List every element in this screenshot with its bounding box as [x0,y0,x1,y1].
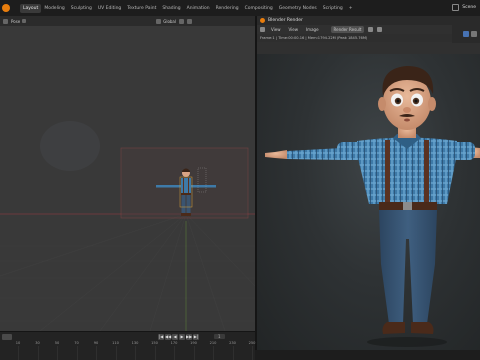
timeline-tick-line [76,346,78,360]
tab-rendering[interactable]: Rendering [213,4,242,13]
timeline-tick-label: 150 [151,341,158,345]
timeline-menu-icon[interactable] [2,333,12,340]
render-window[interactable]: Blender Render View View Image Render Re… [255,16,480,350]
tab-sculpting[interactable]: Sculpting [68,4,95,13]
menu-view[interactable]: View [269,26,283,33]
tab-compositing[interactable]: Compositing [242,4,276,13]
timeline-tick-label: 110 [112,341,119,345]
axes-icon [156,18,162,24]
timeline-tick-label: 10 [15,341,21,345]
timeline-tick-label: 70 [74,341,79,345]
timeline-tick-label: 230 [229,341,236,345]
tab-uv-editing[interactable]: UV Editing [95,4,124,13]
timeline-tick-line [18,346,19,360]
transform-orientation-dropdown[interactable]: Global [156,18,176,24]
timeline[interactable]: |◀ ◀◀ ◀ ▶ ▶▶ ▶| 1 10 30 50 70 90 110 130 150 170… [0,331,255,360]
playback-controls: |◀ ◀◀ ◀ ▶ ▶▶ ▶| [158,333,199,340]
tab-texture-paint[interactable]: Texture Paint [124,4,159,13]
timeline-tick-label: 50 [54,341,60,345]
timeline-tick-line [96,346,97,360]
timeline-ruler[interactable]: 10 30 50 70 90 110 130 150 170 190 210 230 250 [0,341,255,360]
blender-logo-icon [260,18,265,23]
render-menu-bar: View View Image Render Result [257,25,480,34]
timeline-tick-label: 210 [209,341,217,345]
display-channels-icon[interactable] [463,31,469,37]
timeline-tick-line [135,346,136,360]
tab-file[interactable] [12,6,20,10]
timeline-tick-line [193,346,195,360]
workspace-bar: Layout Modeling Sculpting UV Editing Tex… [0,0,480,16]
tab-layout[interactable]: Layout [20,3,42,13]
render-stats: Frame:1 | Time:00:00.16 | Mem:1794.22M (… [257,34,480,42]
render-window-title: Blender Render [268,18,303,23]
timeline-tick-label: 170 [170,341,178,345]
timeline-tick-line [115,346,117,360]
scene-name[interactable]: Scene [462,5,476,10]
mode-dropdown[interactable]: Pose [11,19,27,24]
3d-viewport[interactable]: Pose Global [0,16,255,331]
blender-logo-icon[interactable] [2,4,10,12]
viewport-header: Pose Global [0,16,255,26]
render-result-image [257,54,480,350]
timeline-tick-line [232,346,234,360]
jump-keyframe-back-button[interactable]: ◀◀ [165,333,171,340]
chevron-down-icon [22,19,27,23]
rendered-character [265,66,480,347]
current-frame-field[interactable]: 1 [214,334,225,339]
editor-type-icon[interactable] [3,18,8,24]
timeline-tick-line [57,346,58,360]
tab-modeling[interactable]: Modeling [41,4,67,13]
menu-view-2[interactable]: View [287,26,301,33]
jump-start-button[interactable]: |◀ [158,333,164,340]
play-reverse-button[interactable]: ◀ [172,333,178,340]
tab-geometry-nodes[interactable]: Geometry Nodes [276,4,320,13]
snap-icon[interactable] [179,18,184,24]
add-workspace-button[interactable]: + [346,4,356,13]
timeline-tick-line [174,346,175,360]
render-slot-dropdown[interactable]: Render Result [330,26,365,33]
timeline-tick-line [37,346,39,360]
editor-type-icon[interactable] [260,27,265,32]
scene-icon[interactable] [452,4,460,11]
timeline-tick-label: 130 [131,341,139,345]
viewport-scene [0,121,255,331]
menu-image[interactable]: Image [304,26,321,33]
render-window-titlebar: Blender Render [257,16,480,25]
timeline-tick-line [213,346,214,360]
timeline-tick-label: 30 [35,341,40,345]
tab-shading[interactable]: Shading [159,4,183,13]
tab-animation[interactable]: Animation [184,4,213,13]
view-options-icon[interactable] [471,31,477,37]
jump-keyframe-forward-button[interactable]: ▶▶ [186,333,192,340]
timeline-controls: |◀ ◀◀ ◀ ▶ ▶▶ ▶| 1 [0,332,255,341]
render-display-controls [452,25,480,43]
timeline-tick-label: 190 [190,341,197,345]
image-icon[interactable] [368,27,374,32]
timeline-tick-line [154,346,156,360]
jump-end-button[interactable]: ▶| [193,333,199,340]
timeline-tick-label: 250 [248,341,256,345]
folder-icon[interactable] [377,27,383,32]
timeline-tick-label: 90 [93,341,99,345]
tab-scripting[interactable]: Scripting [320,4,346,13]
play-button[interactable]: ▶ [179,333,185,340]
timeline-tick-line [252,346,253,360]
proportional-edit-icon[interactable] [187,18,192,24]
